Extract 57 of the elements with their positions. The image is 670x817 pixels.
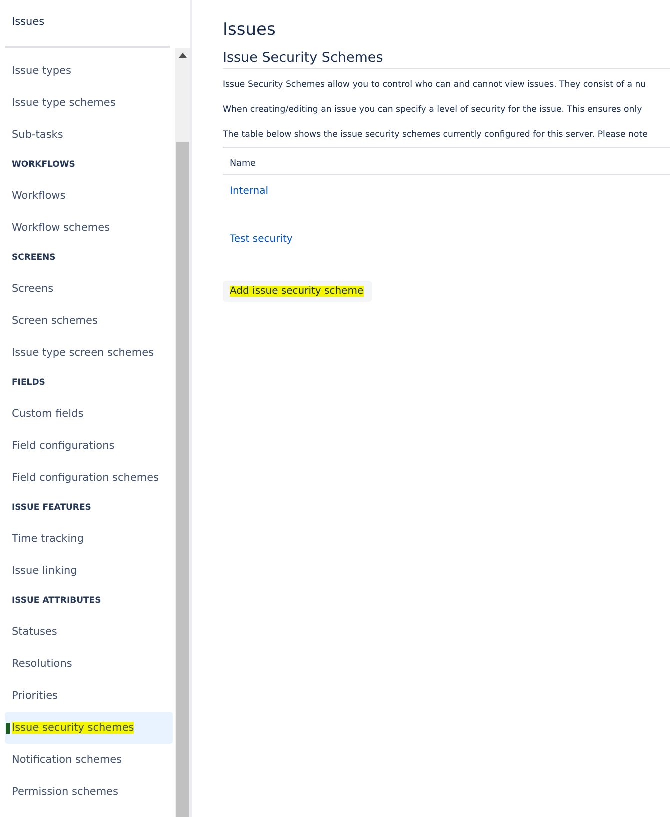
- sidebar-item[interactable]: Workflow schemes: [5, 212, 173, 244]
- scroll-up-icon[interactable]: [178, 53, 186, 58]
- item-label: Issue type schemes: [12, 97, 116, 109]
- section-heading: ISSUE ATTRIBUTES: [11, 595, 102, 608]
- description-text: When creating/editing an issue you can specify a level of security for the issue. This ensures only: [223, 104, 644, 117]
- section-heading: ISSUE FEATURES: [11, 502, 92, 515]
- item-label: Field configuration schemes: [12, 472, 160, 484]
- item-label: Issue type screen schemes: [12, 347, 154, 359]
- description-text: Issue Security Schemes allow you to control who can and cannot view issues. They consist of a nu: [223, 79, 648, 92]
- section-heading: FIELDS: [11, 377, 46, 390]
- add-scheme-button[interactable]: Add issue security scheme: [223, 281, 372, 302]
- sidebar-item[interactable]: Issue type schemes: [5, 87, 173, 119]
- sidebar-item[interactable]: Issue linking: [5, 555, 173, 587]
- item-label: Screen schemes: [12, 315, 98, 327]
- section-heading: SCREENS: [11, 252, 57, 265]
- marker-icon: [6, 723, 10, 734]
- sidebar-item[interactable]: Resolutions: [5, 648, 173, 680]
- section-title: Issue Security Schemes: [223, 50, 670, 69]
- sidebar-item[interactable]: Permission schemes: [5, 776, 173, 808]
- scheme-link[interactable]: Internal: [230, 186, 269, 197]
- item-label: Workflows: [12, 190, 66, 202]
- scrollbar-thumb[interactable]: [176, 142, 189, 817]
- item-label: Statuses: [12, 626, 58, 638]
- sidebar-item[interactable]: Custom fields: [5, 398, 173, 430]
- sidebar-item[interactable]: Workflows: [5, 180, 173, 212]
- sidebar-item[interactable]: Priorities: [5, 680, 173, 712]
- item-label: Workflow schemes: [12, 222, 110, 234]
- sidebar-item[interactable]: Statuses: [5, 616, 173, 648]
- item-label: Notification schemes: [12, 754, 122, 766]
- scrollbar[interactable]: [175, 48, 190, 817]
- item-label: Issue security schemes: [12, 722, 134, 734]
- section-heading: WORKFLOWS: [11, 159, 76, 172]
- sidebar-item[interactable]: Issue security schemes: [5, 712, 173, 744]
- item-label: Sub-tasks: [12, 129, 64, 141]
- item-label: Time tracking: [12, 533, 84, 545]
- item-label: Screens: [12, 283, 54, 295]
- item-label: Priorities: [12, 690, 58, 702]
- item-label: Custom fields: [12, 408, 84, 420]
- sidebar-item[interactable]: Field configuration schemes: [5, 462, 173, 494]
- page-title: Issues: [223, 20, 277, 42]
- sidebar-item[interactable]: Screens: [5, 273, 173, 305]
- sidebar-item[interactable]: Issue type screen schemes: [5, 337, 173, 369]
- sidebar-title: Issues: [11, 15, 46, 30]
- item-label: Issue linking: [12, 565, 78, 577]
- sidebar-item[interactable]: Screen schemes: [5, 305, 173, 337]
- sidebar-item[interactable]: Sub-tasks: [5, 119, 173, 151]
- item-label: Permission schemes: [12, 786, 118, 798]
- description-text: The table below shows the issue security schemes currently configured for this server. Please note: [223, 129, 649, 142]
- scheme-link[interactable]: Test security: [230, 234, 293, 245]
- sidebar-item[interactable]: Issue types: [5, 55, 173, 87]
- sidebar-item[interactable]: Field configurations: [5, 430, 173, 462]
- sidebar-item[interactable]: Notification schemes: [5, 744, 173, 776]
- item-label: Field configurations: [12, 440, 115, 452]
- column-header: Name: [230, 159, 256, 169]
- item-label: Resolutions: [12, 658, 72, 670]
- sidebar-item[interactable]: Time tracking: [5, 523, 173, 555]
- item-label: Issue types: [12, 65, 72, 77]
